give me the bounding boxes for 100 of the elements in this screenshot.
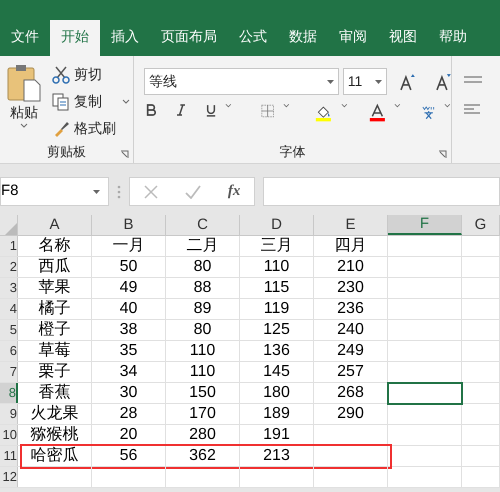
column-header[interactable]: A (18, 215, 92, 235)
cut-button[interactable]: 剪切 (52, 64, 130, 85)
table-cell-text: 170 (189, 404, 216, 424)
decrease-font-size-icon[interactable] (435, 72, 452, 90)
table-cell-text: 257 (337, 362, 364, 382)
column-header[interactable]: G (462, 215, 500, 235)
group-label: 字体 (280, 143, 306, 162)
table-cell-text: 110 (190, 341, 216, 361)
table-cell-text: 栗子 (38, 362, 70, 382)
table-cell-text: 一月 (112, 236, 144, 256)
group-label: 剪贴板 (47, 143, 86, 162)
launcher-icon[interactable] (120, 150, 129, 159)
table-cell-text: 火龙果 (30, 404, 78, 424)
active-cell[interactable] (387, 382, 463, 405)
formula-field[interactable] (263, 177, 500, 206)
ribbon-tab[interactable]: 插入 (100, 20, 150, 56)
row-header[interactable]: 1 (0, 236, 18, 256)
grip-icon (117, 184, 121, 198)
row-header[interactable]: 2 (0, 257, 18, 277)
table-cell-text: 三月 (260, 236, 292, 256)
caret-icon[interactable] (122, 99, 130, 104)
ribbon-tab[interactable]: 帮助 (428, 20, 478, 56)
clipboard-icon (7, 64, 41, 102)
table-cell-text: 34 (120, 362, 138, 382)
copy-button[interactable]: 复制 (52, 91, 130, 112)
table-cell-text: 240 (337, 320, 364, 340)
dropdown-arrow-icon[interactable] (326, 80, 334, 84)
ribbon-tab[interactable]: 数据 (278, 20, 328, 56)
font-size-dropdown[interactable]: 11 (342, 68, 388, 95)
ribbon-tab[interactable]: 页面布局 (150, 20, 228, 56)
table-cell-text: 二月 (186, 236, 218, 256)
table-cell-text: 80 (194, 257, 212, 277)
caret-icon[interactable] (394, 103, 401, 108)
scissors-icon (52, 66, 70, 84)
borders-icon[interactable] (261, 103, 274, 119)
table-cell-text: 38 (120, 320, 138, 340)
bold-icon[interactable] (146, 103, 156, 117)
table-cell-text: 香蕉 (38, 382, 70, 403)
font-name-dropdown[interactable]: 等线 (144, 68, 339, 95)
row-header[interactable]: 4 (0, 299, 18, 319)
table-cell-text: 213 (263, 446, 290, 466)
ribbon-tab[interactable]: 公式 (228, 20, 278, 56)
align-top-icon[interactable] (464, 76, 482, 84)
row-header[interactable]: 6 (0, 341, 18, 361)
italic-icon[interactable] (177, 103, 186, 117)
table-cell-text: 249 (337, 341, 364, 361)
table-cell-text: 哈密瓜 (30, 446, 78, 466)
column-header[interactable]: C (166, 215, 240, 235)
ribbon-tab[interactable]: 文件 (0, 20, 50, 56)
table-cell-text: 50 (120, 257, 138, 277)
name-box[interactable]: F8 (0, 177, 109, 206)
caret-icon[interactable] (283, 103, 290, 108)
underline-icon[interactable] (206, 103, 216, 118)
paste-button[interactable]: 粘贴 (4, 64, 44, 141)
row-header[interactable]: 11 (0, 446, 18, 466)
table-cell-text: 35 (120, 341, 138, 361)
row-header[interactable]: 5 (0, 320, 18, 340)
row-header[interactable]: 3 (0, 278, 18, 298)
table-cell-text: 119 (264, 299, 290, 319)
table-cell-text: 115 (264, 278, 290, 298)
table-cell-text: 橙子 (38, 320, 70, 340)
column-header[interactable]: B (92, 215, 166, 235)
increase-font-size-icon[interactable] (399, 72, 416, 90)
table-cell-text: 180 (263, 383, 290, 403)
row-header[interactable]: 9 (0, 404, 18, 424)
table-cell-text: 362 (189, 446, 216, 466)
table-cell-text: 四月 (334, 236, 366, 256)
row-header[interactable]: 8 (0, 383, 18, 403)
table-cell-text: 125 (263, 320, 290, 340)
caret-icon[interactable] (444, 103, 452, 108)
align-left-icon[interactable] (464, 104, 480, 114)
format-painter-button[interactable]: 格式刷 (52, 118, 130, 139)
row-header[interactable]: 7 (0, 362, 18, 382)
table-cell-text: 名称 (38, 236, 70, 256)
row-header[interactable]: 10 (0, 425, 18, 445)
dropdown-arrow-icon[interactable] (93, 190, 100, 194)
table-cell-text: 110 (264, 257, 290, 277)
table-cell-text: 西瓜 (38, 256, 70, 277)
column-header[interactable]: F (388, 215, 462, 235)
table-cell-text: 136 (263, 341, 290, 361)
launcher-icon[interactable] (438, 150, 447, 159)
caret-icon[interactable] (20, 123, 28, 128)
row-header[interactable]: 12 (0, 467, 18, 487)
table-cell-text: 189 (263, 404, 290, 424)
font-color-icon[interactable] (368, 103, 386, 123)
table-cell-text: 49 (120, 278, 138, 298)
ribbon-tab[interactable]: 审阅 (328, 20, 378, 56)
table-cell-text: 草莓 (38, 340, 70, 361)
table-cell-text: 88 (194, 278, 212, 298)
caret-icon[interactable] (225, 103, 232, 108)
table-cell-text: 268 (337, 383, 364, 403)
dropdown-arrow-icon[interactable] (375, 80, 382, 84)
table-cell-text: 56 (120, 446, 138, 466)
insert-function-button[interactable]: fx (228, 180, 240, 203)
ribbon-tab[interactable]: 视图 (378, 20, 428, 56)
table-cell-text: 230 (337, 278, 364, 298)
caret-icon[interactable] (340, 103, 348, 108)
ribbon-tab[interactable]: 开始 (50, 20, 100, 56)
column-header[interactable]: D (240, 215, 314, 235)
check-icon[interactable] (184, 184, 201, 198)
